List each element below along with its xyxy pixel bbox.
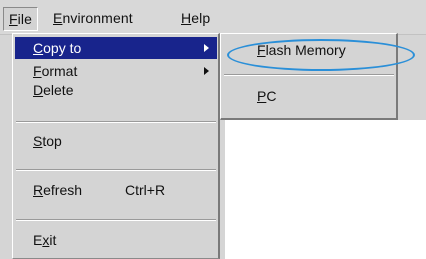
menu-file-label: ile [17, 11, 32, 27]
stop-mnemonic: S [33, 133, 43, 149]
menu-bar: File Environment Help [0, 0, 426, 35]
format-mnemonic: F [33, 63, 42, 79]
menu-help-mnemonic: H [181, 10, 192, 26]
submenu-arrow-icon [204, 67, 209, 75]
submenu-separator [224, 74, 394, 76]
copy-to-mnemonic: C [33, 40, 44, 56]
delete-mnemonic: D [33, 82, 44, 98]
delete-label: elete [43, 82, 74, 98]
menu-item-copy-to[interactable]: Copy to [15, 37, 217, 59]
menu-item-delete[interactable]: Delete [15, 79, 217, 101]
exit-label: it [49, 232, 57, 248]
menu-help-label: elp [191, 10, 211, 26]
menu-environment-label: nvironment [62, 10, 133, 26]
menu-separator [16, 219, 216, 221]
submenu-item-pc[interactable]: PC [257, 85, 276, 107]
copy-to-label: opy to [43, 40, 82, 56]
menu-environment[interactable]: Environment [48, 7, 138, 29]
refresh-label: efresh [43, 182, 83, 198]
pc-mnemonic: P [257, 88, 267, 104]
flash-memory-mnemonic: F [257, 42, 266, 58]
exit-prefix: E [33, 232, 43, 248]
pc-label: C [266, 88, 277, 104]
menu-item-stop[interactable]: Stop [15, 130, 217, 152]
client-area [225, 120, 426, 259]
format-label: ormat [41, 63, 78, 79]
menu-file[interactable]: File [3, 7, 38, 31]
menu-separator [16, 121, 216, 123]
submenu-item-flash-memory[interactable]: Flash Memory [257, 39, 346, 61]
file-dropdown-menu: Copy to Format Delete Stop Refresh Ctrl+R… [12, 33, 220, 259]
menu-separator [16, 169, 216, 171]
flash-memory-label: lash Memory [265, 42, 346, 58]
menu-file-mnemonic: F [9, 11, 18, 27]
copy-to-submenu: Flash Memory PC [220, 33, 398, 120]
stop-label: top [42, 133, 62, 149]
refresh-mnemonic: R [33, 182, 44, 198]
menu-item-refresh[interactable]: Refresh Ctrl+R [15, 179, 217, 201]
application-window: File Environment Help Copy to Format Del… [0, 0, 426, 259]
submenu-arrow-icon [204, 44, 209, 52]
menu-help[interactable]: Help [176, 7, 215, 29]
menu-item-exit[interactable]: Exit [15, 229, 217, 251]
refresh-shortcut: Ctrl+R [125, 182, 166, 198]
